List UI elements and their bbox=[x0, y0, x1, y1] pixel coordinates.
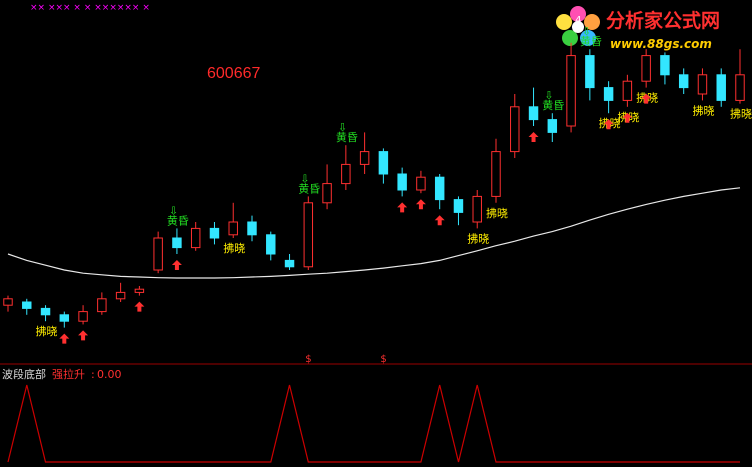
candle-body bbox=[735, 74, 745, 101]
price-annotation: 4 bbox=[575, 15, 581, 26]
candle-body bbox=[228, 221, 238, 236]
candle-body bbox=[22, 301, 32, 309]
signal-label: 黄昏 bbox=[167, 213, 189, 227]
signal-label: 黄昏 bbox=[298, 181, 320, 195]
candle-body bbox=[3, 298, 13, 306]
candle-body bbox=[247, 221, 257, 236]
bottom-marker: $ bbox=[305, 354, 311, 365]
candle-body bbox=[134, 288, 145, 293]
candle-body bbox=[341, 163, 351, 185]
signal-label: 拂晓 bbox=[692, 103, 714, 117]
candle-body bbox=[303, 202, 314, 268]
logo-url: www.88gs.com bbox=[610, 37, 712, 51]
stock-chart: ×× ××× × × ×××××× × 600667 分析家公式网 www.88… bbox=[0, 0, 752, 467]
candle-body bbox=[78, 311, 88, 322]
chart-background bbox=[0, 0, 752, 467]
candle-body bbox=[59, 314, 70, 322]
candle-body bbox=[172, 237, 182, 249]
candle-body bbox=[566, 55, 576, 127]
indicator-series-sep: : bbox=[91, 368, 95, 381]
bottom-marker: $ bbox=[380, 354, 386, 365]
stock-code: 600667 bbox=[207, 65, 260, 82]
candle-body bbox=[472, 195, 482, 223]
candle-body bbox=[547, 119, 558, 133]
candle-body bbox=[378, 151, 389, 175]
indicator-title: 波段底部 bbox=[2, 367, 46, 381]
candle-body bbox=[115, 291, 126, 300]
candle-body bbox=[266, 234, 276, 255]
candle-body bbox=[622, 80, 633, 101]
candle-body bbox=[397, 173, 407, 191]
signal-label: 拂晓 bbox=[467, 231, 489, 245]
indicator-series-value: 0.00 bbox=[97, 368, 122, 381]
signal-label: 黄昏 bbox=[542, 98, 564, 112]
candle-body bbox=[510, 106, 520, 153]
indicator-series-name: 强拉升 bbox=[52, 367, 85, 381]
candle-body bbox=[453, 199, 464, 213]
signal-label: 拂晓 bbox=[486, 206, 508, 220]
candle-body bbox=[603, 87, 614, 101]
candle-body bbox=[697, 74, 708, 95]
candle-body bbox=[40, 307, 51, 316]
signal-label: 拂晓 bbox=[36, 324, 58, 338]
candle-body bbox=[585, 55, 595, 89]
candle-body bbox=[660, 55, 670, 76]
candle-body bbox=[153, 237, 163, 271]
candle-body bbox=[209, 227, 220, 239]
candle-body bbox=[641, 55, 651, 82]
candle-body bbox=[97, 298, 107, 313]
signal-label: 黄昏 bbox=[580, 34, 602, 48]
candle-body bbox=[190, 227, 201, 249]
candle-body bbox=[528, 106, 539, 121]
candle-body bbox=[678, 74, 689, 89]
signal-label: 拂晓 bbox=[223, 241, 245, 255]
candle-body bbox=[284, 259, 295, 268]
candle-body bbox=[322, 183, 332, 204]
candle-body bbox=[716, 74, 726, 101]
candle-body bbox=[359, 151, 370, 165]
signal-label: 黄昏 bbox=[336, 130, 358, 144]
top-markers: ×× ××× × × ×××××× × bbox=[30, 3, 150, 13]
signal-label: 拂晓 bbox=[730, 107, 752, 121]
logo-title: 分析家公式网 bbox=[606, 9, 720, 32]
candle-body bbox=[491, 151, 501, 197]
candle-body bbox=[434, 176, 445, 201]
candle-body bbox=[416, 176, 426, 191]
